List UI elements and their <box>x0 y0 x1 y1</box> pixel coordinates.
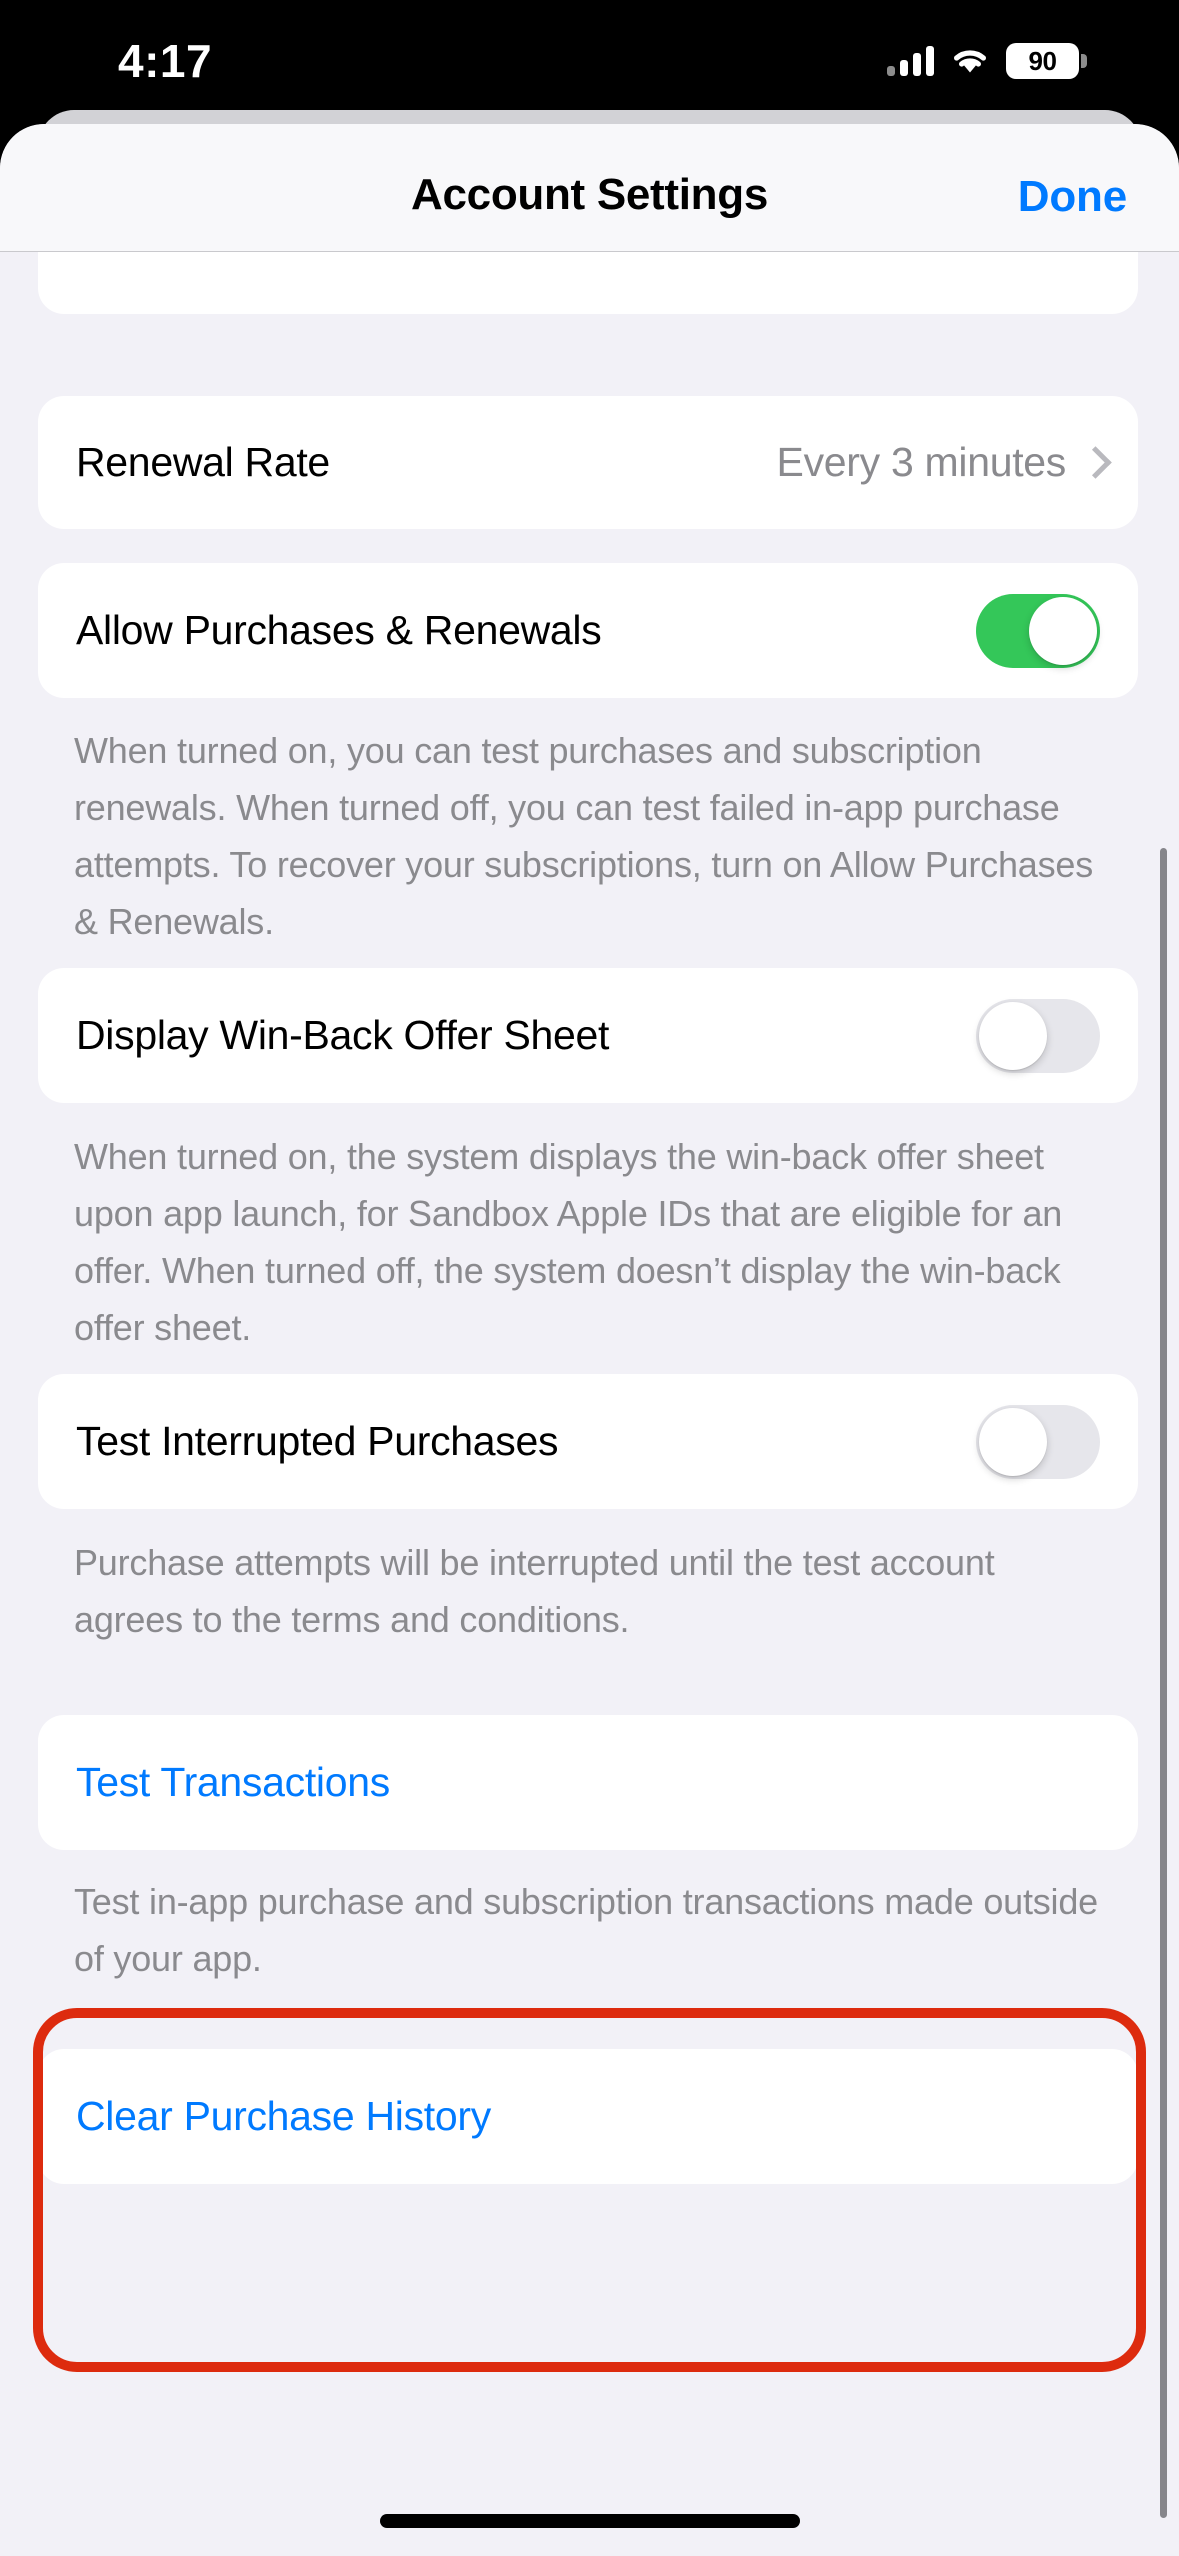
winback-offer-toggle-group <box>976 998 1100 1073</box>
winback-offer-row[interactable]: Display Win-Back Offer Sheet <box>38 968 1138 1103</box>
test-transactions-row[interactable]: Test Transactions <box>38 1715 1138 1850</box>
account-settings-sheet: Account Settings Done Renewal Rate Every… <box>0 124 1179 2556</box>
page-title: Account Settings <box>411 170 768 219</box>
allow-purchases-toggle-group <box>976 593 1100 668</box>
winback-offer-toggle[interactable] <box>976 998 1100 1073</box>
interrupted-purchases-row[interactable]: Test Interrupted Purchases <box>38 1374 1138 1509</box>
navigation-bar: Account Settings Done <box>0 124 1179 252</box>
renewal-rate-label: Renewal Rate <box>76 439 330 485</box>
allow-purchases-toggle[interactable] <box>976 593 1100 668</box>
toggle-knob <box>1029 596 1097 665</box>
clear-purchase-history-row[interactable]: Clear Purchase History <box>38 2049 1138 2184</box>
renewal-rate-card[interactable]: Renewal Rate Every 3 minutes <box>38 396 1138 529</box>
interrupted-purchases-card[interactable]: Test Interrupted Purchases <box>38 1374 1138 1509</box>
renewal-rate-value: Every 3 minutes <box>776 439 1067 485</box>
clear-purchase-history-card[interactable]: Clear Purchase History <box>38 2049 1138 2184</box>
toggle-knob <box>979 1407 1047 1476</box>
vertical-scrollbar[interactable] <box>1160 848 1167 2518</box>
clear-purchase-history-label: Clear Purchase History <box>76 2093 491 2139</box>
battery-level-text: 90 <box>1028 46 1057 76</box>
allow-purchases-footnote: When turned on, you can test purchases a… <box>74 730 1094 942</box>
winback-offer-label: Display Win-Back Offer Sheet <box>76 1012 610 1058</box>
status-bar-time: 4:17 <box>118 35 213 87</box>
interrupted-purchases-footnote: Purchase attempts will be interrupted un… <box>74 1542 995 1640</box>
renewal-rate-row[interactable]: Renewal Rate Every 3 minutes <box>38 396 1138 529</box>
settings-scroll-area[interactable]: Renewal Rate Every 3 minutes Allow Purch… <box>0 192 1179 2556</box>
cellular-bars-icon <box>887 46 934 76</box>
status-bar-indicators: 90 <box>887 40 1087 82</box>
chevron-right-icon <box>1082 447 1100 479</box>
interrupted-purchases-toggle-group <box>976 1404 1100 1479</box>
iphone-screen: 4:17 90 Account Settings Done Renewal Ra… <box>0 0 1179 2556</box>
status-bar: 4:17 90 <box>0 0 1179 120</box>
allow-purchases-label: Allow Purchases & Renewals <box>76 607 602 653</box>
interrupted-purchases-toggle[interactable] <box>976 1404 1100 1479</box>
toggle-knob <box>979 1001 1047 1070</box>
battery-icon: 90 <box>1006 43 1087 79</box>
winback-offer-footnote: When turned on, the system displays the … <box>74 1136 1063 1348</box>
home-indicator <box>379 2514 800 2528</box>
done-button[interactable]: Done <box>1018 172 1127 222</box>
test-transactions-card[interactable]: Test Transactions <box>38 1715 1138 1850</box>
allow-purchases-card[interactable]: Allow Purchases & Renewals <box>38 563 1138 698</box>
test-transactions-label: Test Transactions <box>76 1759 390 1805</box>
test-transactions-footnote: Test in-app purchase and subscription tr… <box>74 1881 1098 1979</box>
wifi-icon <box>950 46 990 76</box>
renewal-rate-value-group: Every 3 minutes <box>777 439 1100 486</box>
interrupted-purchases-label: Test Interrupted Purchases <box>76 1418 559 1464</box>
allow-purchases-row[interactable]: Allow Purchases & Renewals <box>38 563 1138 698</box>
winback-offer-card[interactable]: Display Win-Back Offer Sheet <box>38 968 1138 1103</box>
